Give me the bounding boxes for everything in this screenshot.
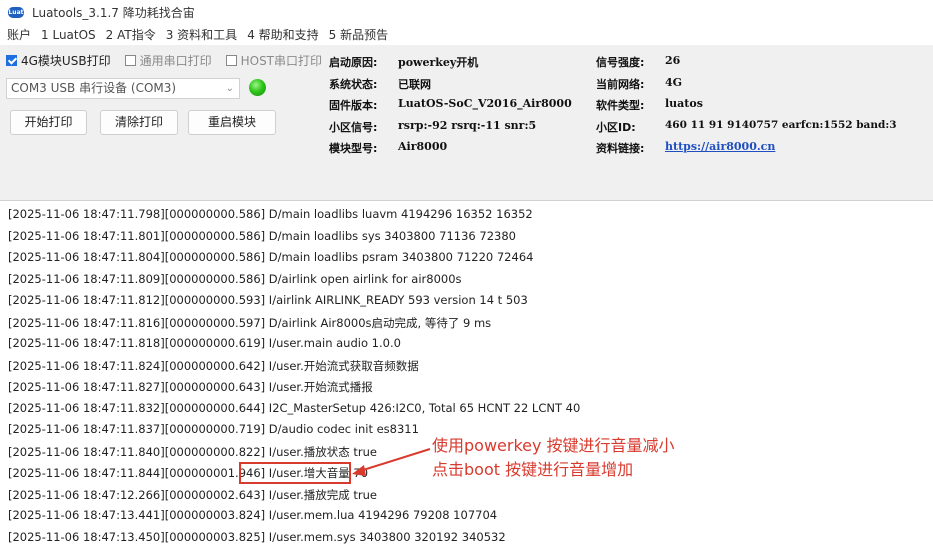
- start-print-button[interactable]: 开始打印: [10, 110, 87, 135]
- module-model-label: 模块型号:: [329, 142, 378, 155]
- port-select[interactable]: COM3 USB 串行设备 (COM3) ⌄: [6, 78, 240, 99]
- option-label: HOST串口打印: [240, 54, 323, 68]
- menu-resources-tools[interactable]: 3 资料和工具: [166, 26, 237, 43]
- signal-strength-label: 信号强度:: [596, 56, 645, 69]
- docs-link-label: 资料链接:: [596, 142, 645, 155]
- signal-strength-value: 26: [665, 54, 681, 67]
- menu-luatos[interactable]: 1 LuatOS: [41, 28, 96, 42]
- firmware-version-label: 固件版本:: [329, 99, 378, 112]
- software-type-value: luatos: [665, 97, 703, 110]
- annotation-text-line1: 使用powerkey 按键进行音量减小: [432, 436, 675, 455]
- current-network-value: 4G: [665, 76, 683, 89]
- firmware-version-value: LuatOS-SoC_V2016_Air8000: [398, 97, 572, 110]
- cell-id-value: 460 11 91 9140757 earfcn:1552 band:3: [665, 119, 897, 131]
- app-logo-icon: Luat: [8, 6, 24, 18]
- current-network-label: 当前网络:: [596, 78, 645, 91]
- system-status-label: 系统状态:: [329, 78, 378, 91]
- docs-link[interactable]: https://air8000.cn: [665, 140, 775, 153]
- system-status-value: 已联网: [398, 78, 431, 91]
- menu-at-commands[interactable]: 2 AT指令: [106, 26, 156, 43]
- connection-status-led-icon: [249, 79, 266, 96]
- checkbox-unchecked-icon: [225, 55, 237, 66]
- option-label: 4G模块USB打印: [21, 54, 111, 68]
- annotation-text-line2: 点击boot 按键进行音量增加: [432, 460, 634, 479]
- title-bar: Luat Luatools_3.1.7 降功耗找合宙: [0, 0, 933, 24]
- cell-signal-value: rsrp:-92 rsrq:-11 snr:5: [398, 119, 537, 132]
- checkbox-checked-icon[interactable]: [6, 55, 17, 66]
- menu-bar: 账户 1 LuatOS 2 AT指令 3 资料和工具 4 帮助和支持 5 新品预…: [0, 24, 933, 45]
- restart-module-button[interactable]: 重启模块: [188, 110, 276, 135]
- checkbox-unchecked-icon: [124, 55, 136, 66]
- boot-reason-value: powerkey开机: [398, 56, 479, 69]
- print-source-options: 4G模块USB打印 通用串口打印 HOST串口打印: [6, 52, 336, 69]
- software-type-label: 软件类型:: [596, 99, 645, 112]
- control-panel: 4G模块USB打印 通用串口打印 HOST串口打印 COM3 USB 串行设备 …: [0, 45, 933, 200]
- cell-signal-label: 小区信号:: [329, 121, 378, 134]
- option-host-serial-print: HOST串口打印: [225, 52, 323, 69]
- option-serial-print: 通用串口打印: [124, 52, 212, 69]
- module-model-value: Air8000: [398, 140, 448, 153]
- annotation-arrow-icon: [352, 448, 431, 476]
- port-select-value: COM3 USB 串行设备 (COM3): [11, 81, 177, 95]
- boot-reason-label: 启动原因:: [329, 56, 378, 69]
- window-title: Luatools_3.1.7 降功耗找合宙: [32, 5, 195, 20]
- option-label: 通用串口打印: [139, 54, 212, 68]
- option-4g-usb-print[interactable]: 4G模块USB打印: [6, 52, 111, 69]
- clear-print-button[interactable]: 清除打印: [100, 110, 178, 135]
- menu-help-support[interactable]: 4 帮助和支持: [247, 26, 318, 43]
- log-output[interactable]: [2025-11-06 18:47:11.798][000000000.586]…: [0, 200, 933, 560]
- chevron-down-icon[interactable]: ⌄: [226, 79, 234, 98]
- menu-new-products[interactable]: 5 新品预告: [329, 26, 388, 43]
- menu-account[interactable]: 账户: [7, 26, 31, 43]
- cell-id-label: 小区ID:: [596, 121, 636, 134]
